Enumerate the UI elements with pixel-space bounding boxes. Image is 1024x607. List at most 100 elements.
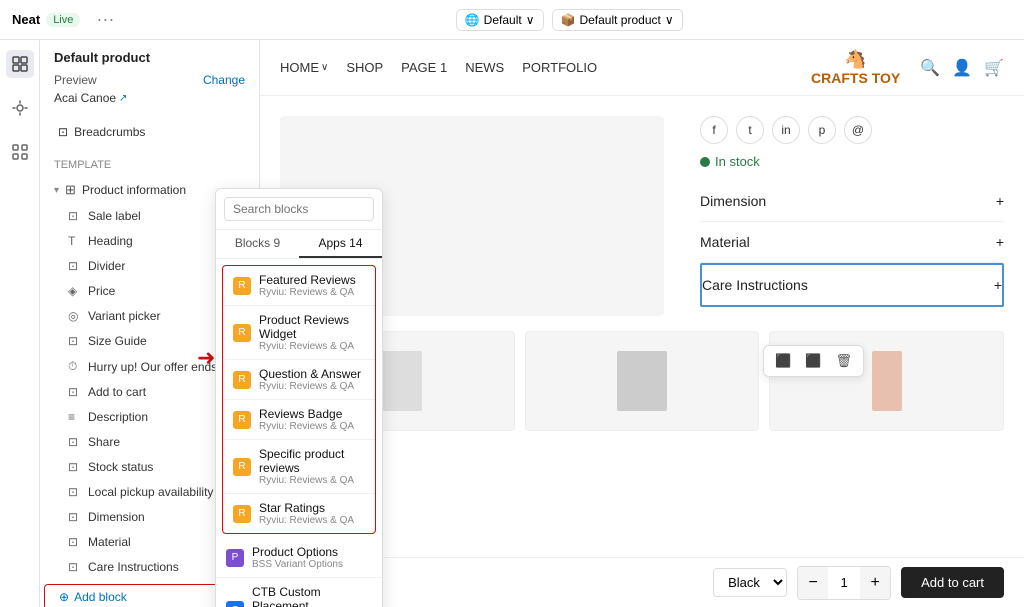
- add-to-cart-text: Add to cart: [88, 385, 146, 399]
- product-info: f t in p @ In stock Dimension: [684, 116, 1004, 316]
- toolbar-align-left-button[interactable]: ⬛: [770, 350, 796, 372]
- list-item[interactable]: R Featured Reviews Ryviu: Reviews & QA: [223, 266, 375, 306]
- tab-blocks[interactable]: Blocks 9: [216, 230, 299, 258]
- add-to-cart-button[interactable]: Add to cart: [901, 567, 1004, 598]
- account-icon[interactable]: 👤: [952, 58, 972, 78]
- linkedin-icon[interactable]: in: [772, 116, 800, 144]
- care-text: Care Instructions: [88, 560, 179, 574]
- list-item[interactable]: R Question & Answer Ryviu: Reviews & QA: [223, 360, 375, 400]
- reviews-badge-icon: R: [233, 411, 251, 429]
- specific-reviews-info: Specific product reviews Ryviu: Reviews …: [259, 447, 365, 486]
- sidebar-item-breadcrumbs[interactable]: ⊡ Breadcrumbs: [44, 120, 255, 144]
- list-item[interactable]: R Product Reviews Widget Ryviu: Reviews …: [223, 306, 375, 360]
- rail-layout-icon[interactable]: [6, 50, 34, 78]
- pinterest-icon[interactable]: p: [808, 116, 836, 144]
- specific-reviews-sub: Ryviu: Reviews & QA: [259, 475, 365, 486]
- store-selector-label: Default: [484, 13, 522, 27]
- email-icon[interactable]: @: [844, 116, 872, 144]
- nav-shop[interactable]: SHOP: [346, 60, 383, 75]
- more-options-button[interactable]: ···: [96, 9, 114, 30]
- external-link-icon: ↗: [119, 93, 127, 104]
- product-info-icon: ⊞: [65, 182, 76, 198]
- globe-icon: 🌐: [465, 13, 480, 27]
- preview-page-name: Acai Canoe: [54, 91, 116, 105]
- hurry-icon: ⏱: [68, 359, 82, 374]
- tab-apps[interactable]: Apps 14: [299, 230, 382, 258]
- nav-page1[interactable]: PAGE 1: [401, 60, 447, 75]
- search-icon[interactable]: 🔍: [920, 58, 940, 78]
- template-label: Template: [54, 159, 245, 171]
- preview-toolbar: ⬛ ⬛ 🗑: [763, 345, 864, 377]
- product-icon: 📦: [561, 13, 576, 27]
- accordion-care[interactable]: Care Instructions +: [700, 263, 1004, 307]
- in-stock-label: In stock: [715, 154, 760, 169]
- nav-portfolio[interactable]: PORTFOLIO: [522, 60, 597, 75]
- list-item[interactable]: R Star Ratings Ryviu: Reviews & QA: [223, 494, 375, 533]
- product-options-sub: BSS Variant Options: [252, 559, 343, 570]
- store-nav: HOME ∨ SHOP PAGE 1 NEWS PORTFOLIO 🐴 CRAF…: [260, 40, 1024, 96]
- popup-tabs: Blocks 9 Apps 14: [216, 230, 382, 259]
- quantity-increase-button[interactable]: +: [860, 567, 890, 599]
- product-selector[interactable]: 📦 Default product ∨: [552, 9, 683, 31]
- list-item[interactable]: P Product Options BSS Variant Options: [216, 538, 382, 578]
- star-ratings-name: Star Ratings: [259, 501, 354, 515]
- breadcrumbs-label: Breadcrumbs: [74, 125, 145, 139]
- breadcrumbs-icon: ⊡: [58, 125, 68, 139]
- featured-reviews-info: Featured Reviews Ryviu: Reviews & QA: [259, 273, 356, 298]
- quantity-input[interactable]: [828, 575, 860, 590]
- rail-apps-icon[interactable]: [6, 138, 34, 166]
- brand-name: Neat: [12, 12, 40, 27]
- twitter-icon[interactable]: t: [736, 116, 764, 144]
- accordion-material-header[interactable]: Material +: [700, 234, 1004, 250]
- heading-text: Heading: [88, 234, 133, 248]
- change-button[interactable]: Change: [203, 73, 245, 87]
- list-item[interactable]: R Reviews Badge Ryviu: Reviews & QA: [223, 400, 375, 440]
- qa-info: Question & Answer Ryviu: Reviews & QA: [259, 367, 361, 392]
- accordion-care-header[interactable]: Care Instructions +: [702, 277, 1002, 293]
- ctb-info: CTB Custom Placement Countdown Timer Bar…: [252, 585, 372, 607]
- local-pickup-text: Local pickup availability: [88, 485, 213, 499]
- local-pickup-icon: ⊡: [68, 485, 82, 499]
- share-text: Share: [88, 435, 120, 449]
- description-icon: ≡: [68, 410, 82, 424]
- star-ratings-sub: Ryviu: Reviews & QA: [259, 515, 354, 526]
- rail-settings-icon[interactable]: [6, 94, 34, 122]
- store-logo: 🐴 CRAFTS TOY: [811, 49, 900, 86]
- stock-icon: ⊡: [68, 460, 82, 474]
- heading-icon: T: [68, 234, 82, 248]
- top-bar: Neat Live ··· 🌐 Default ∨ 📦 Default prod…: [0, 0, 1024, 40]
- cart-icon[interactable]: 🛒: [984, 58, 1004, 78]
- toolbar-align-center-button[interactable]: ⬛: [800, 350, 826, 372]
- accordion-material[interactable]: Material +: [700, 222, 1004, 263]
- reviews-badge-info: Reviews Badge Ryviu: Reviews & QA: [259, 407, 354, 432]
- accordion-dimension[interactable]: Dimension +: [700, 181, 1004, 222]
- care-icon: ⊡: [68, 560, 82, 574]
- product-options-name: Product Options: [252, 545, 343, 559]
- list-item[interactable]: C CTB Custom Placement Countdown Timer B…: [216, 578, 382, 607]
- reviews-badge-name: Reviews Badge: [259, 407, 354, 421]
- reviews-widget-name: Product Reviews Widget: [259, 313, 365, 341]
- accordion-dimension-header[interactable]: Dimension +: [700, 193, 1004, 209]
- toolbar-trash-button[interactable]: 🗑: [830, 350, 857, 372]
- accordion-dimension-label: Dimension: [700, 193, 766, 209]
- add-block-label: Add block: [74, 590, 127, 604]
- store-chevron-icon: ∨: [526, 13, 535, 27]
- reviews-widget-icon: R: [233, 324, 251, 342]
- dimension-icon: ⊡: [68, 510, 82, 524]
- quantity-decrease-button[interactable]: −: [798, 567, 828, 599]
- facebook-icon[interactable]: f: [700, 116, 728, 144]
- template-section: Template: [40, 153, 259, 175]
- blocks-popup: Blocks 9 Apps 14 R Featured Reviews Ryvi…: [215, 188, 383, 607]
- store-selector[interactable]: 🌐 Default ∨: [456, 9, 544, 31]
- color-selector[interactable]: Black: [713, 568, 787, 597]
- store-logo-text: CRAFTS TOY: [811, 70, 900, 86]
- nav-home[interactable]: HOME ∨: [280, 60, 328, 75]
- live-badge: Live: [46, 13, 80, 27]
- sale-label-text: Sale label: [88, 209, 141, 223]
- search-input[interactable]: [224, 197, 374, 221]
- product-selector-label: Default product: [579, 13, 660, 27]
- thumbnail-2: [525, 331, 760, 431]
- accordion-material-label: Material: [700, 234, 750, 250]
- nav-news[interactable]: NEWS: [465, 60, 504, 75]
- list-item[interactable]: R Specific product reviews Ryviu: Review…: [223, 440, 375, 494]
